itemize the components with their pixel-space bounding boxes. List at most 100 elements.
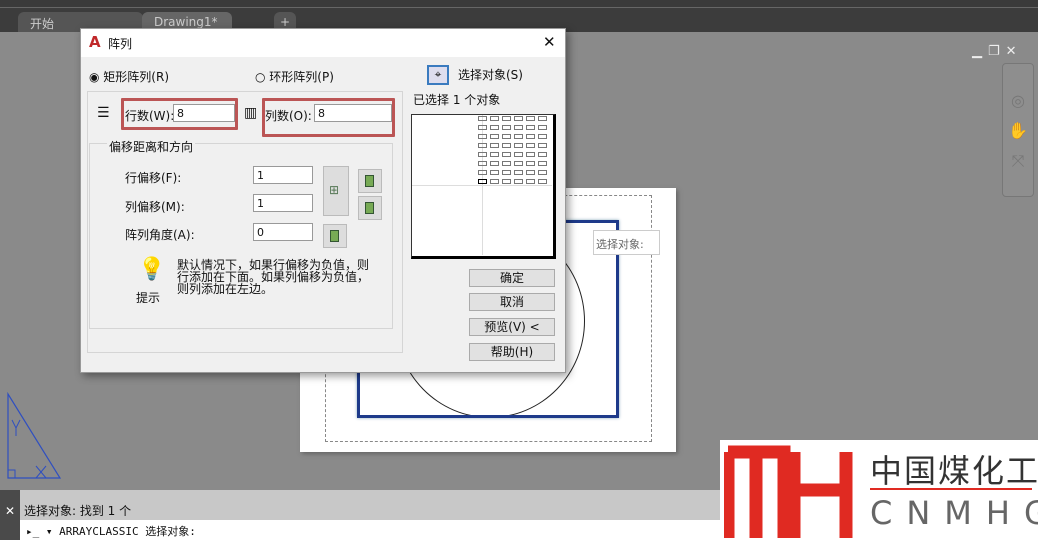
preview-cell <box>502 125 511 130</box>
restore-icon[interactable]: ❐ <box>988 44 1006 59</box>
help-button[interactable]: 帮助(H) <box>469 343 555 361</box>
logo-english-text: CNMHG <box>870 494 1038 532</box>
preview-cell <box>526 179 535 184</box>
selected-count: 已选择 1 个对象 <box>413 93 501 107</box>
preview-cell <box>538 143 547 148</box>
rows-input[interactable]: 8 <box>173 104 235 122</box>
columns-input[interactable]: 8 <box>314 104 392 122</box>
radio-label: 环形阵列(P) <box>269 70 334 84</box>
cancel-button[interactable]: 取消 <box>469 293 555 311</box>
preview-cell <box>514 143 523 148</box>
logo-chinese-text: 中国煤化工 <box>870 452 1038 490</box>
preview-cell <box>538 125 547 130</box>
preview-cell <box>478 170 487 175</box>
watermark-logo: 中国煤化工 CNMHG <box>720 440 1038 540</box>
preview-cell <box>538 134 547 139</box>
radio-rectangular[interactable]: ◉ 矩形阵列(R) <box>89 68 169 85</box>
preview-cell <box>538 152 547 157</box>
array-dialog: A 阵列 ✕ ◉ 矩形阵列(R) ○ 环形阵列(P) ⌖ 选择对象(S) 已选择… <box>80 28 566 373</box>
pick-icon <box>365 202 374 214</box>
pick-both-offsets-button[interactable]: ⊞ <box>323 166 349 216</box>
steering-wheel-icon[interactable]: ◎ <box>1003 86 1033 116</box>
crosshair-icon: ⌖ <box>434 67 442 81</box>
prompt-icon: ▸_ ▾ <box>26 525 60 538</box>
preview-cell <box>538 161 547 166</box>
pick-offsets-icon: ⊞ <box>329 183 340 197</box>
preview-cell <box>502 116 511 121</box>
preview-cell <box>514 116 523 121</box>
command-text: ARRAYCLASSIC 选择对象: <box>59 525 196 538</box>
preview-cell <box>490 125 499 130</box>
navigation-bar[interactable]: ◎ ✋ ⤧ <box>1002 63 1034 197</box>
preview-cell <box>502 170 511 175</box>
preview-cell <box>514 179 523 184</box>
preview-cell <box>478 125 487 130</box>
row-offset-label: 行偏移(F): <box>125 171 182 185</box>
pick-icon <box>330 230 339 242</box>
lightbulb-icon: 💡 <box>138 257 166 282</box>
preview-cell <box>478 152 487 157</box>
cursor-tooltip: 选择对象: <box>593 230 660 255</box>
preview-cell <box>490 170 499 175</box>
column-offset-label: 列偏移(M): <box>125 200 185 214</box>
group-title: 偏移距离和方向 <box>107 138 196 155</box>
ucs-icon <box>7 391 62 479</box>
preview-cell <box>526 170 535 175</box>
command-close-icon[interactable]: ✕ <box>0 490 20 540</box>
preview-cell <box>502 143 511 148</box>
row-offset-input[interactable]: 1 <box>253 166 313 184</box>
preview-cell <box>490 161 499 166</box>
rows-icon: ☰ <box>97 105 110 121</box>
columns-label: 列数(O): <box>265 109 312 123</box>
array-preview <box>411 114 556 259</box>
pick-angle-button[interactable] <box>323 224 347 248</box>
dialog-title: 阵列 <box>108 37 133 51</box>
radio-polar[interactable]: ○ 环形阵列(P) <box>255 68 334 85</box>
tip-text: 默认情况下，如果行偏移为负值，则行添加在下面。如果列偏移为负值，则列添加在左边。 <box>177 258 370 296</box>
preview-cell <box>490 143 499 148</box>
preview-cell <box>514 125 523 130</box>
column-offset-input[interactable]: 1 <box>253 194 313 212</box>
preview-cell <box>538 179 547 184</box>
close-icon[interactable]: ✕ <box>1006 44 1023 59</box>
preview-cell <box>478 161 487 166</box>
ok-button[interactable]: 确定 <box>469 269 555 287</box>
select-objects-button[interactable]: ⌖ <box>427 65 449 85</box>
preview-cell <box>502 161 511 166</box>
preview-cell <box>490 152 499 157</box>
tab-label: Drawing1* <box>154 15 218 29</box>
preview-cell <box>514 152 523 157</box>
preview-cell <box>478 179 487 184</box>
preview-cell <box>514 161 523 166</box>
autocad-logo-icon: A <box>89 33 101 51</box>
pan-hand-icon[interactable]: ✋ <box>1003 116 1033 146</box>
preview-cell <box>478 116 487 121</box>
pick-icon <box>365 175 374 187</box>
minimize-icon[interactable]: ▁ <box>972 44 988 59</box>
preview-cell <box>526 125 535 130</box>
preview-cell <box>514 134 523 139</box>
logo-divider <box>870 488 1032 490</box>
pick-row-offset-button[interactable] <box>358 169 382 193</box>
angle-input[interactable]: 0 <box>253 223 313 241</box>
pick-column-offset-button[interactable] <box>358 196 382 220</box>
preview-button[interactable]: 预览(V) < <box>469 318 555 336</box>
tab-label: 开始 <box>30 17 55 31</box>
logo-mark <box>724 445 853 538</box>
preview-cell <box>478 143 487 148</box>
window-controls[interactable]: ▁❐✕ <box>972 44 1023 59</box>
dialog-titlebar: A 阵列 ✕ <box>81 29 565 57</box>
zoom-icon[interactable]: ⤧ <box>1003 146 1033 176</box>
preview-cell <box>526 161 535 166</box>
preview-cell <box>490 179 499 184</box>
close-button[interactable]: ✕ <box>543 33 556 51</box>
preview-cell <box>490 134 499 139</box>
preview-cell <box>490 116 499 121</box>
preview-cell <box>538 170 547 175</box>
preview-cell <box>538 116 547 121</box>
radio-label: 矩形阵列(R) <box>103 70 169 84</box>
preview-cell <box>526 152 535 157</box>
preview-cell <box>514 170 523 175</box>
preview-cell <box>526 143 535 148</box>
plus-icon: + <box>280 15 291 29</box>
